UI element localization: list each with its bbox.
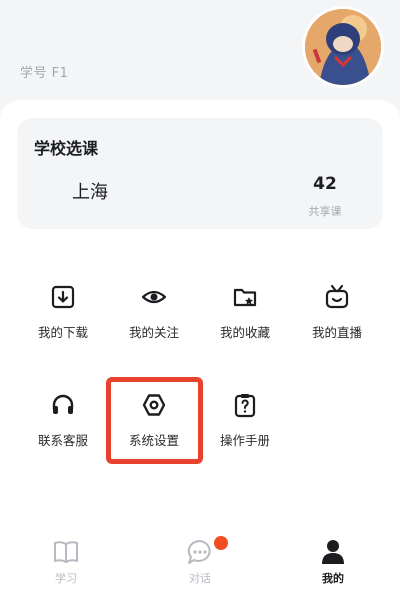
menu-manual-label: 操作手册 (219, 433, 270, 448)
eye-icon (141, 290, 167, 304)
settings-highlight-box (106, 377, 203, 464)
person-icon (322, 540, 344, 564)
tv-icon (325, 284, 349, 309)
tab-chat-label: 对话 (189, 572, 211, 585)
book-icon (54, 541, 78, 563)
card-title: 学校选课 (34, 139, 99, 158)
favorites-folder-icon (233, 288, 257, 307)
menu-following[interactable]: 我的关注 (109, 284, 199, 364)
avatar-image (305, 9, 381, 85)
card-city: 上海 (72, 182, 108, 203)
shared-course-label: 共享课 (308, 205, 342, 218)
tab-chat[interactable]: 对话 (165, 536, 235, 598)
chat-bubble-icon (187, 539, 211, 564)
menu-favorites[interactable]: 我的收藏 (200, 284, 290, 364)
menu-live[interactable]: 我的直播 (292, 284, 382, 364)
profile-header: 学号 F1 (0, 0, 400, 110)
school-course-card[interactable]: 学校选课 上海 42 共享课 (17, 118, 383, 229)
notification-badge (214, 536, 228, 550)
menu-manual[interactable]: 操作手册 (200, 392, 290, 472)
menu-downloads-label: 我的下载 (37, 325, 88, 340)
tab-study[interactable]: 学习 (31, 538, 101, 598)
menu-support-label: 联系客服 (37, 433, 88, 448)
download-icon (51, 285, 75, 309)
shared-course-count: 42 (313, 174, 337, 194)
menu-support[interactable]: 联系客服 (18, 392, 108, 472)
avatar[interactable] (302, 6, 384, 88)
menu-downloads[interactable]: 我的下载 (18, 284, 108, 364)
menu-following-label: 我的关注 (128, 325, 179, 340)
headset-icon (52, 394, 74, 414)
student-id: 学号 F1 (20, 66, 69, 81)
menu-favorites-label: 我的收藏 (219, 325, 270, 340)
clipboard-question-icon (234, 394, 256, 418)
tab-mine-label: 我的 (322, 572, 344, 585)
tab-mine[interactable]: 我的 (298, 538, 368, 598)
menu-live-label: 我的直播 (311, 325, 362, 340)
tab-study-label: 学习 (55, 572, 77, 585)
bottom-tab-bar: 学习 对话 我的 (0, 528, 400, 602)
